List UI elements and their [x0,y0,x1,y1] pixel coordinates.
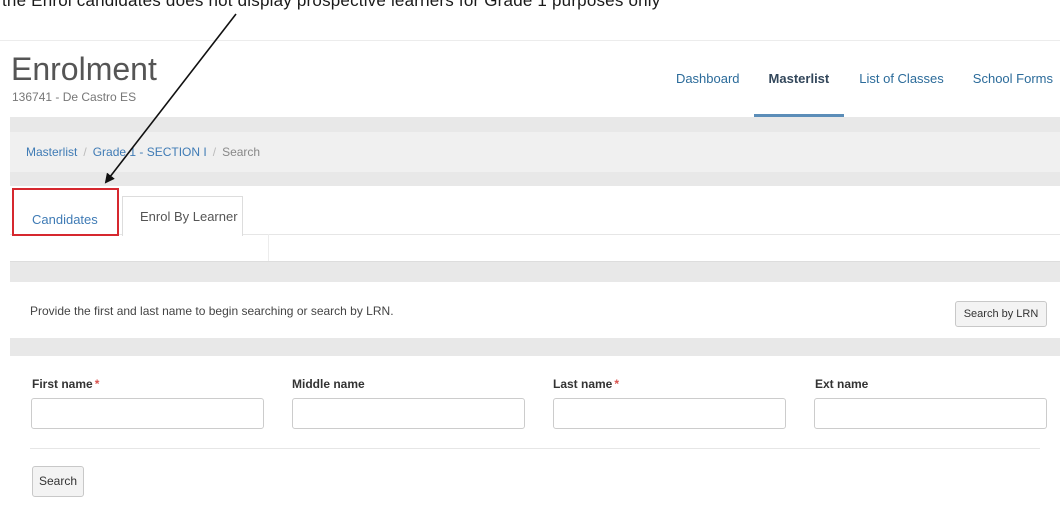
ext-name-label-text: Ext name [815,377,869,391]
breadcrumb-separator: / [212,145,217,159]
divider [268,234,269,261]
nav-dashboard[interactable]: Dashboard [676,41,740,117]
search-info-panel: Provide the first and last name to begin… [10,282,1060,338]
tab-enrol-by-learner[interactable]: Enrol By Learner [122,196,243,236]
ext-name-label: Ext name [815,377,868,391]
breadcrumb-separator: / [83,145,87,159]
app-header: Enrolment 136741 - De Castro ES Dashboar… [0,40,1060,117]
search-by-lrn-button[interactable]: Search by LRN [955,301,1047,327]
search-instructions: Provide the first and last name to begin… [30,304,394,318]
nav-list-of-classes[interactable]: List of Classes [859,41,944,117]
nav-masterlist[interactable]: Masterlist [753,41,844,117]
breadcrumb: Masterlist / Grade 1 - SECTION I / Search [10,132,1060,172]
page-title: Enrolment [11,51,157,87]
last-name-input[interactable] [553,398,786,429]
breadcrumb-current: Search [222,145,261,159]
first-name-input[interactable] [31,398,264,429]
first-name-label-text: First name [32,377,93,391]
middle-name-input[interactable] [292,398,525,429]
main-nav: Dashboard Masterlist List of Classes Sch… [676,41,1060,117]
school-id-name: 136741 - De Castro ES [12,90,137,104]
required-marker: * [94,377,100,391]
search-button[interactable]: Search [32,466,84,497]
form-divider [30,448,1040,449]
tabs-baseline [243,234,1060,235]
ext-name-input[interactable] [814,398,1047,429]
last-name-label-text: Last name [553,377,613,391]
annotation-text-cropped: the Enrol candidates does not display pr… [0,0,1060,22]
middle-name-label: Middle name [292,377,365,391]
breadcrumb-masterlist[interactable]: Masterlist [26,145,77,159]
tabs-panel: Candidates Enrol By Learner [10,186,1060,262]
nav-school-forms[interactable]: School Forms [973,41,1053,117]
search-form: First name * Middle name Last name * Ext n… [10,356,1060,515]
breadcrumb-section[interactable]: Grade 1 - SECTION I [93,145,207,159]
annotation-text: the Enrol candidates does not display pr… [2,0,661,10]
last-name-label: Last name * [553,377,619,391]
middle-name-label-text: Middle name [292,377,365,391]
candidates-tab-highlight [12,188,119,236]
first-name-label: First name * [32,377,99,391]
required-marker: * [614,377,620,391]
